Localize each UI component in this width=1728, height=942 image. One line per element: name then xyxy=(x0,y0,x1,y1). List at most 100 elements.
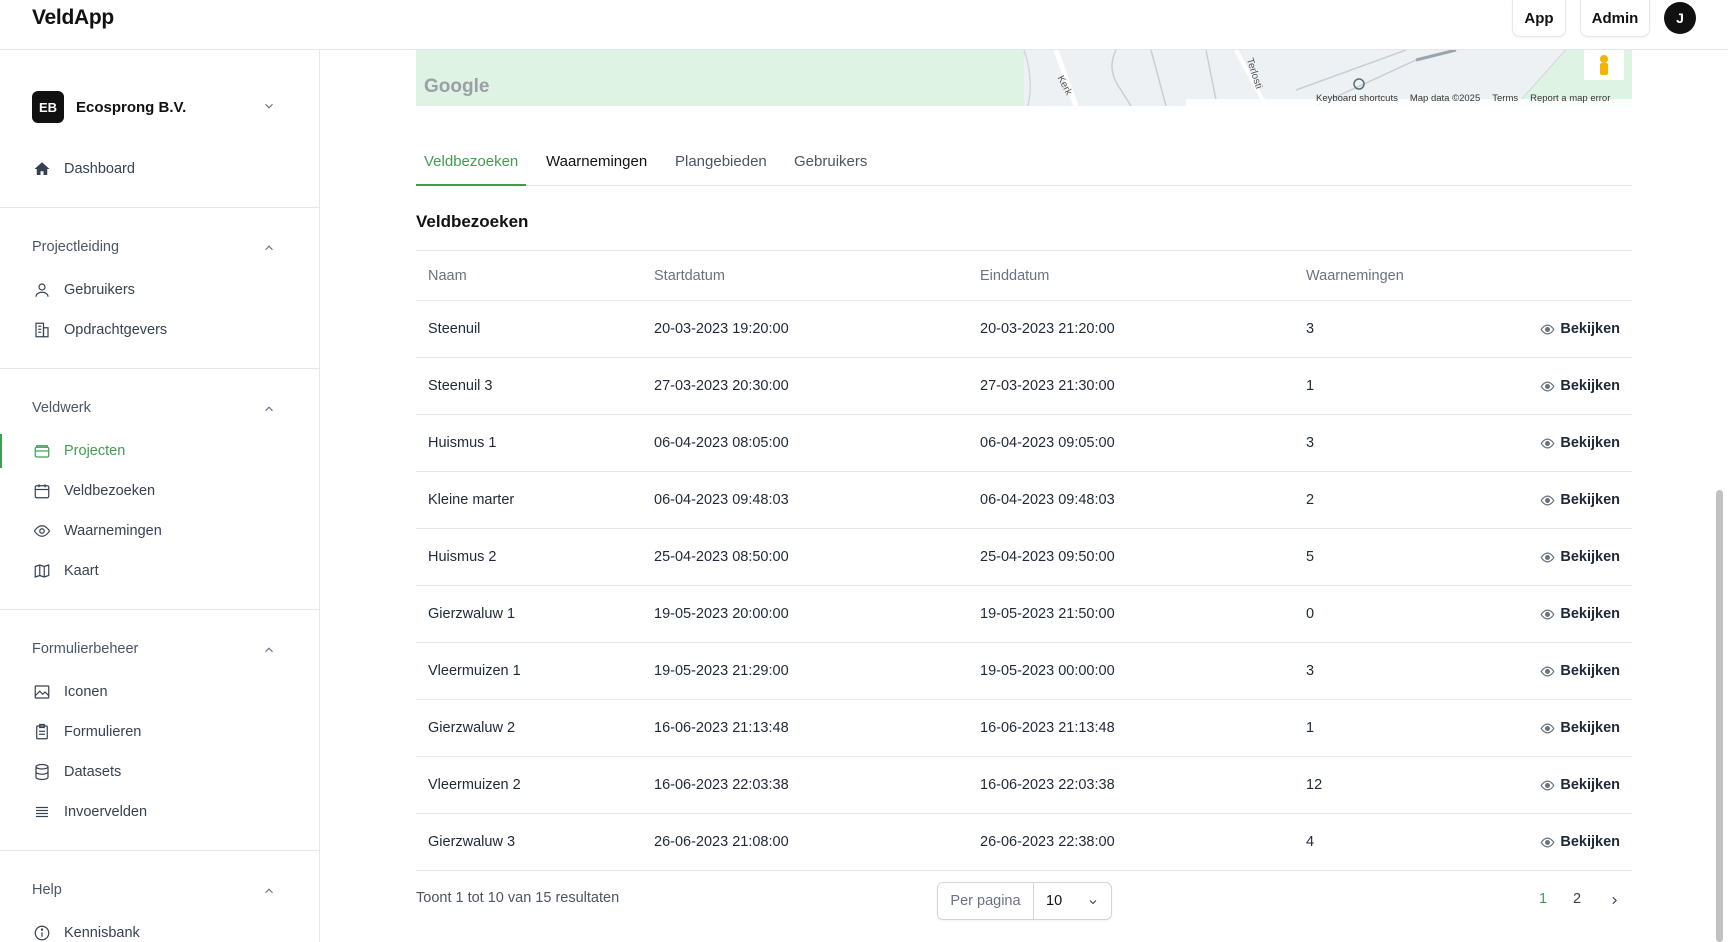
sidebar-item-label: Kaart xyxy=(64,563,99,579)
sidebar-item-kaart[interactable]: Kaart xyxy=(32,556,292,586)
cell-startdatum: 16-06-2023 21:13:48 xyxy=(642,699,968,757)
brand-logo[interactable]: VeldApp xyxy=(32,6,114,30)
sidebar-item-invoervelden[interactable]: Invoervelden xyxy=(32,797,292,827)
sidebar-item-gebruikers[interactable]: Gebruikers xyxy=(32,275,292,305)
section-title: Help xyxy=(32,882,62,898)
info-icon xyxy=(32,923,52,942)
section-formulierbeheer[interactable]: Formulierbeheer xyxy=(32,639,290,659)
sidebar-item-dashboard[interactable]: Dashboard xyxy=(32,154,292,184)
table-row[interactable]: Vleermuizen 1 19-05-2023 21:29:00 19-05-20… xyxy=(416,642,1632,700)
table-row[interactable]: Steenuil 3 27-03-2023 20:30:00 27-03-2023 … xyxy=(416,357,1632,415)
tab-veldbezoeken[interactable]: Veldbezoeken xyxy=(416,153,527,186)
folder-icon xyxy=(32,441,52,461)
keyboard-shortcuts-link[interactable]: Keyboard shortcuts xyxy=(1316,93,1398,104)
table-row[interactable]: Kleine marter 06-04-2023 09:48:03 06-04-20… xyxy=(416,471,1632,529)
table-row[interactable]: Gierzwaluw 2 16-06-2023 21:13:48 16-06-202… xyxy=(416,699,1632,757)
table-row[interactable]: Huismus 2 25-04-2023 08:50:00 25-04-2023 0… xyxy=(416,528,1632,586)
sidebar-item-projecten[interactable]: Projecten xyxy=(32,436,292,466)
cell-naam: Steenuil xyxy=(416,300,642,358)
sidebar-item-label: Formulieren xyxy=(64,724,142,740)
view-button[interactable]: Bekijken xyxy=(1540,435,1620,451)
organization-switcher[interactable]: EB Ecosprong B.V. xyxy=(32,91,290,123)
section-projectleiding[interactable]: Projectleiding xyxy=(32,237,290,257)
active-indicator xyxy=(0,434,2,468)
table-row[interactable]: Steenuil 20-03-2023 19:20:00 20-03-2023 21… xyxy=(416,300,1632,358)
terms-link[interactable]: Terms xyxy=(1492,93,1518,104)
cell-naam: Vleermuizen 1 xyxy=(416,642,642,700)
sidebar-item-label: Datasets xyxy=(64,764,122,780)
cell-startdatum: 20-03-2023 19:20:00 xyxy=(642,300,968,358)
eye-icon xyxy=(1540,494,1555,506)
cell-waarnemingen: 3 xyxy=(1294,642,1504,700)
sidebar-item-formulieren[interactable]: Formulieren xyxy=(32,717,292,747)
view-button[interactable]: Bekijken xyxy=(1540,663,1620,679)
view-button[interactable]: Bekijken xyxy=(1540,834,1620,850)
eye-icon xyxy=(1540,437,1555,449)
cell-einddatum: 26-06-2023 22:38:00 xyxy=(968,813,1294,871)
view-button-label: Bekijken xyxy=(1560,549,1620,565)
page-link-2[interactable]: 2 xyxy=(1573,891,1581,907)
cell-naam: Gierzwaluw 3 xyxy=(416,813,642,871)
cell-waarnemingen: 5 xyxy=(1294,528,1504,586)
veldbezoeken-table: Naam Startdatum Einddatum Waarnemingen S… xyxy=(416,250,1632,871)
tab-waarnemingen[interactable]: Waarnemingen xyxy=(538,153,655,186)
cell-actions: Bekijken xyxy=(1504,471,1632,529)
table-row[interactable]: Gierzwaluw 3 26-06-2023 21:08:00 26-06-202… xyxy=(416,813,1632,871)
table-row[interactable]: Huismus 1 06-04-2023 08:05:00 06-04-2023 0… xyxy=(416,414,1632,472)
report-map-error-link[interactable]: Report a map error xyxy=(1530,93,1610,104)
cell-einddatum: 19-05-2023 21:50:00 xyxy=(968,585,1294,643)
view-button-label: Bekijken xyxy=(1560,606,1620,622)
cell-startdatum: 25-04-2023 08:50:00 xyxy=(642,528,968,586)
view-button[interactable]: Bekijken xyxy=(1540,321,1620,337)
cell-startdatum: 26-06-2023 21:08:00 xyxy=(642,813,968,871)
sidebar-item-label: Gebruikers xyxy=(64,282,135,298)
sidebar-item-kennisbank[interactable]: Kennisbank xyxy=(32,918,292,942)
home-icon xyxy=(32,159,52,179)
view-button[interactable]: Bekijken xyxy=(1540,378,1620,394)
sidebar-item-veldbezoeken[interactable]: Veldbezoeken xyxy=(32,476,292,506)
org-name: Ecosprong B.V. xyxy=(76,98,187,116)
section-veldwerk[interactable]: Veldwerk xyxy=(32,398,290,418)
org-badge: EB xyxy=(32,91,64,123)
sidebar-item-datasets[interactable]: Datasets xyxy=(32,757,292,787)
table-row[interactable]: Vleermuizen 2 16-06-2023 22:03:38 16-06-20… xyxy=(416,756,1632,814)
cell-startdatum: 19-05-2023 20:00:00 xyxy=(642,585,968,643)
user-avatar[interactable]: J xyxy=(1664,2,1696,34)
app-button[interactable]: App xyxy=(1512,0,1566,37)
eye-icon xyxy=(1540,722,1555,734)
tab-bar: Veldbezoeken Waarnemingen Plangebieden G… xyxy=(416,148,1632,186)
view-button-label: Bekijken xyxy=(1560,378,1620,394)
list-icon xyxy=(32,802,52,822)
chevron-down-icon xyxy=(265,103,273,109)
per-page-value: 10 xyxy=(1046,893,1063,909)
section-help[interactable]: Help xyxy=(32,880,290,900)
view-button[interactable]: Bekijken xyxy=(1540,777,1620,793)
project-map[interactable]: Google Kerk Terlosti Keyboard shortcuts … xyxy=(416,50,1632,106)
google-logo[interactable]: Google xyxy=(424,76,489,98)
cell-naam: Kleine marter xyxy=(416,471,642,529)
table-header-row: Naam Startdatum Einddatum Waarnemingen xyxy=(416,250,1632,301)
chevron-right-icon[interactable] xyxy=(1608,894,1621,907)
view-button[interactable]: Bekijken xyxy=(1540,549,1620,565)
cell-waarnemingen: 1 xyxy=(1294,357,1504,415)
eye-icon xyxy=(1540,779,1555,791)
admin-button[interactable]: Admin xyxy=(1580,0,1650,37)
sidebar-item-iconen[interactable]: Iconen xyxy=(32,677,292,707)
sidebar-item-opdrachtgevers[interactable]: Opdrachtgevers xyxy=(32,315,292,345)
tab-plangebieden[interactable]: Plangebieden xyxy=(667,153,775,186)
view-button[interactable]: Bekijken xyxy=(1540,492,1620,508)
per-page-select[interactable]: 10 xyxy=(1034,883,1111,919)
sidebar-item-label: Dashboard xyxy=(64,161,135,177)
per-page-control[interactable]: Per pagina 10 xyxy=(937,882,1112,920)
cell-waarnemingen: 4 xyxy=(1294,813,1504,871)
chevron-down-icon xyxy=(1089,900,1097,905)
view-button[interactable]: Bekijken xyxy=(1540,606,1620,622)
view-button[interactable]: Bekijken xyxy=(1540,720,1620,736)
cell-einddatum: 25-04-2023 09:50:00 xyxy=(968,528,1294,586)
page-link-1[interactable]: 1 xyxy=(1539,891,1547,907)
page-scrollbar[interactable] xyxy=(1716,490,1723,942)
table-row[interactable]: Gierzwaluw 1 19-05-2023 20:00:00 19-05-202… xyxy=(416,585,1632,643)
cell-waarnemingen: 0 xyxy=(1294,585,1504,643)
sidebar-item-waarnemingen[interactable]: Waarnemingen xyxy=(32,516,292,546)
tab-gebruikers[interactable]: Gebruikers xyxy=(786,153,875,186)
